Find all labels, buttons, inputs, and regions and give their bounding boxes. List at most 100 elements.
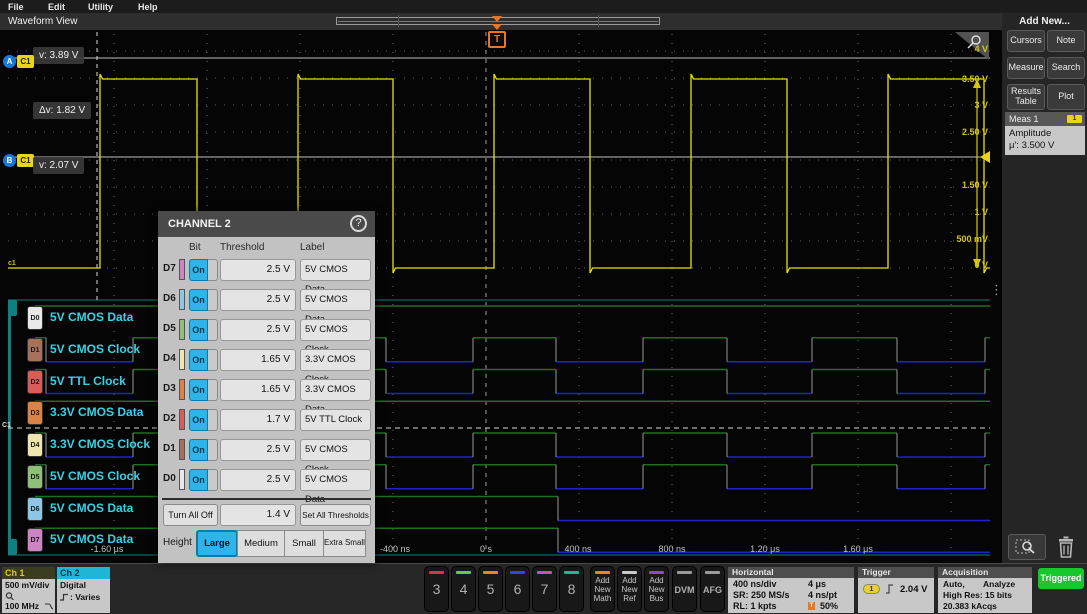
label-field[interactable]: 5V TTL Clock	[300, 409, 371, 431]
bit-on-toggle[interactable]: On	[189, 469, 218, 491]
digital-bit-badge[interactable]: D4	[27, 433, 43, 457]
channel-5-button[interactable]: 5	[478, 566, 503, 612]
add-cursors-button[interactable]: Cursors	[1007, 30, 1045, 52]
threshold-field[interactable]: 2.5 V	[220, 319, 296, 341]
ch1-badge[interactable]: Ch 1 500 mV/div 100 MHz	[2, 567, 55, 613]
trigger-source-badge: 1	[863, 584, 880, 594]
trigger-position-marker-icon[interactable]	[492, 16, 502, 22]
label-field[interactable]: 5V CMOS Clock	[300, 319, 371, 341]
digital-bit-badge[interactable]: D7	[27, 528, 43, 552]
threshold-field[interactable]: 1.65 V	[220, 379, 296, 401]
voltage-label: 3 V	[928, 100, 988, 110]
digital-bit-badge[interactable]: D0	[27, 306, 43, 330]
toggle-knob[interactable]	[208, 469, 218, 491]
bit-on-toggle[interactable]: On	[189, 259, 218, 281]
add-new-math-button[interactable]: AddNewMath	[590, 566, 615, 612]
bit-on-toggle[interactable]: On	[189, 379, 218, 401]
toggle-knob[interactable]	[208, 349, 218, 371]
acquisition-panel[interactable]: Acquisition Auto, Analyze High Res: 15 b…	[938, 567, 1032, 613]
dialog-title[interactable]: CHANNEL 2	[158, 211, 375, 237]
ch1-reference-marker[interactable]: C1	[2, 422, 11, 429]
meas1-card[interactable]: Meas 1 1 Amplitude μ': 3.500 V	[1005, 112, 1085, 155]
dialog-bit-row: D1On2.5 V5V CMOS Clock	[158, 435, 375, 465]
label-field[interactable]: 5V CMOS Clock	[300, 439, 371, 461]
ruler-tick	[398, 15, 399, 27]
bit-on-toggle[interactable]: On	[189, 439, 218, 461]
menu-file[interactable]: File	[8, 2, 24, 12]
help-icon[interactable]: ?	[350, 215, 367, 232]
add-measure-button[interactable]: Measure	[1007, 57, 1045, 79]
toggle-knob[interactable]	[208, 259, 218, 281]
channel-3-button[interactable]: 3	[424, 566, 449, 612]
threshold-field[interactable]: 2.5 V	[220, 469, 296, 491]
add-search-button[interactable]: Search	[1047, 57, 1085, 79]
ch2-name: Ch 2	[57, 567, 110, 579]
label-field[interactable]: 5V CMOS Data	[300, 289, 371, 311]
cursor-a-badge[interactable]: A	[3, 55, 16, 68]
digital-bit-badge[interactable]: D1	[27, 338, 43, 362]
add-note-button[interactable]: Note	[1047, 30, 1085, 52]
dvm-button[interactable]: DVM	[672, 566, 697, 612]
toggle-knob[interactable]	[208, 379, 218, 401]
threshold-field[interactable]: 2.5 V	[220, 259, 296, 281]
voltage-label: 0 V	[928, 260, 988, 270]
trigger-panel[interactable]: Trigger 1 2.04 V	[858, 567, 934, 613]
digital-bit-badge[interactable]: D2	[27, 370, 43, 394]
threshold-field[interactable]: 1.7 V	[220, 409, 296, 431]
cursor-a-readout: v: 3.89 V	[33, 47, 84, 64]
channel-4-button[interactable]: 4	[451, 566, 476, 612]
toggle-knob[interactable]	[208, 289, 218, 311]
menu-help[interactable]: Help	[138, 2, 158, 12]
channel-8-button[interactable]: 8	[559, 566, 584, 612]
bit-color-chip	[179, 469, 185, 490]
cursor-b-badge[interactable]: B	[3, 154, 16, 167]
meas1-header[interactable]: Meas 1 1	[1005, 112, 1085, 126]
bit-on-toggle[interactable]: On	[189, 319, 218, 341]
delete-button[interactable]	[1056, 535, 1076, 564]
channel-6-button[interactable]: 6	[505, 566, 530, 612]
toggle-knob[interactable]	[208, 439, 218, 461]
channel-7-button[interactable]: 7	[532, 566, 557, 612]
toggle-knob[interactable]	[208, 319, 218, 341]
set-all-thresholds-button[interactable]: Set All Thresholds	[300, 504, 371, 526]
add-results-table-button[interactable]: Results Table	[1007, 84, 1045, 110]
threshold-field[interactable]: 2.5 V	[220, 439, 296, 461]
bit-on-toggle[interactable]: On	[189, 349, 218, 371]
height-medium-button[interactable]: Medium	[237, 530, 285, 557]
height-small-button[interactable]: Small	[284, 530, 324, 557]
digital-bit-badge[interactable]: D5	[27, 465, 43, 489]
label-field[interactable]: 3.3V CMOS Clock	[300, 349, 371, 371]
menu-edit[interactable]: Edit	[48, 2, 65, 12]
label-field[interactable]: 5V CMOS Data	[300, 469, 371, 491]
digital-bit-badge[interactable]: D3	[27, 401, 43, 425]
label-field[interactable]: 3.3V CMOS Data	[300, 379, 371, 401]
bit-color-chip	[179, 409, 185, 430]
bit-color-chip	[179, 439, 185, 460]
add-new-ref-button[interactable]: AddNewRef	[617, 566, 642, 612]
threshold-field[interactable]: 1.65 V	[220, 349, 296, 371]
bit-on-toggle[interactable]: On	[189, 409, 218, 431]
trigger-flag[interactable]: T	[488, 31, 506, 48]
ch2-badge[interactable]: Ch 2 Digital : Varies	[57, 567, 110, 613]
height-large-button[interactable]: Large	[196, 530, 238, 557]
zoom-tool-button[interactable]	[1008, 534, 1046, 560]
bit-on-toggle[interactable]: On	[189, 289, 218, 311]
ch1-zero-marker[interactable]: c1	[8, 260, 16, 267]
afg-button[interactable]: AFG	[700, 566, 725, 612]
tab-waveform-view[interactable]: Waveform View	[8, 16, 77, 27]
height-extra-small-button[interactable]: Extra Small	[323, 530, 366, 557]
add-plot-button[interactable]: Plot	[1047, 84, 1085, 110]
toggle-knob[interactable]	[208, 409, 218, 431]
threshold-field[interactable]: 2.5 V	[220, 289, 296, 311]
all-threshold-field[interactable]: 1.4 V	[220, 504, 296, 526]
digital-bit-badge[interactable]: D6	[27, 497, 43, 521]
right-panel: Add New... CursorsNoteMeasureSearchResul…	[1002, 13, 1087, 563]
trash-icon	[1056, 535, 1076, 559]
menu-utility[interactable]: Utility	[88, 2, 113, 12]
turn-all-off-button[interactable]: Turn All Off	[163, 504, 218, 526]
add-new-bus-button[interactable]: AddNewBus	[644, 566, 669, 612]
label-field[interactable]: 5V CMOS Data	[300, 259, 371, 281]
horizontal-panel[interactable]: Horizontal 400 ns/div 4 μs SR: 250 MS/s …	[728, 567, 854, 613]
acquisition-title: Acquisition	[938, 567, 1032, 578]
cursor-a-channel-tag: C1	[17, 55, 34, 68]
